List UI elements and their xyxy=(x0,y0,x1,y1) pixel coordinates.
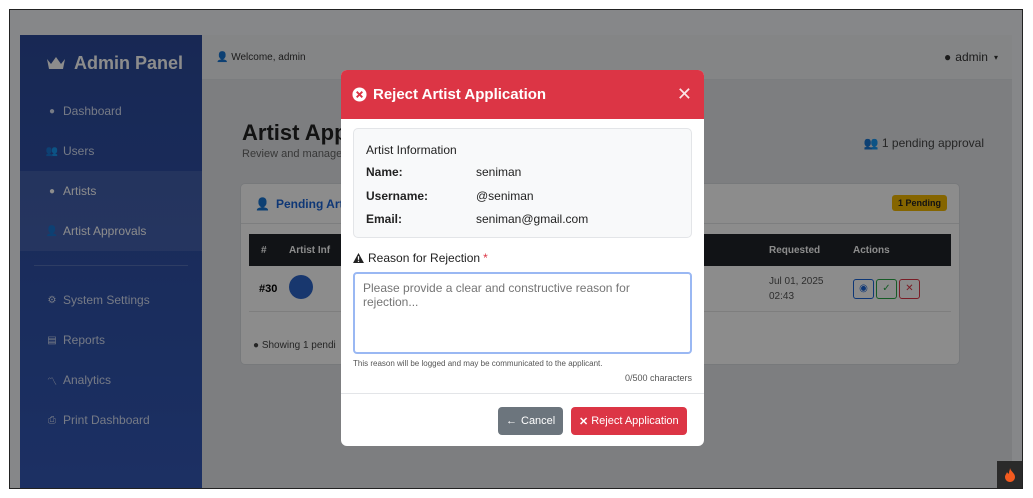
email-value: seniman@gmail.com xyxy=(476,212,589,226)
email-label: Email: xyxy=(366,212,403,226)
reject-label: Reject Application xyxy=(591,415,679,427)
info-username-row: Username: @seniman xyxy=(366,189,534,203)
reason-label-text: Reason for Rejection xyxy=(368,251,481,265)
app-window: Admin Panel ● Dashboard 👥 Users ● Artist… xyxy=(9,9,1023,489)
reason-hint: This reason will be logged and may be co… xyxy=(353,359,603,368)
reject-modal: Reject Artist Application ✕ Artist Infor… xyxy=(341,70,704,446)
reason-label: Reason for Rejection * xyxy=(353,251,488,265)
arrow-left-icon: ← xyxy=(506,415,517,427)
info-email-row: Email: seniman@gmail.com xyxy=(366,212,588,226)
x-icon: ✕ xyxy=(579,415,589,428)
cancel-label: Cancel xyxy=(521,415,556,427)
modal-title: Reject Artist Application xyxy=(373,86,547,103)
name-value: seniman xyxy=(476,165,522,179)
info-name-row: Name: seniman xyxy=(366,165,521,179)
cancel-button[interactable]: ← Cancel xyxy=(498,407,564,435)
reason-textarea[interactable] xyxy=(353,272,692,354)
character-count: 0/500 characters xyxy=(624,373,692,383)
reject-application-button[interactable]: ✕ Reject Application xyxy=(571,407,687,435)
warning-icon xyxy=(353,253,364,263)
username-label: Username: xyxy=(366,189,429,203)
required-mark: * xyxy=(483,251,488,265)
modal-footer: ← Cancel ✕ Reject Application xyxy=(341,393,704,446)
username-value: @seniman xyxy=(476,189,534,203)
info-title: Artist Information xyxy=(366,143,457,157)
close-icon[interactable]: ✕ xyxy=(677,84,692,105)
flame-icon[interactable] xyxy=(997,461,1022,488)
x-circle-icon xyxy=(352,87,367,102)
modal-header: Reject Artist Application ✕ xyxy=(341,70,704,119)
name-label: Name: xyxy=(366,165,403,179)
artist-info-box: Artist Information Name: seniman Usernam… xyxy=(353,128,692,238)
